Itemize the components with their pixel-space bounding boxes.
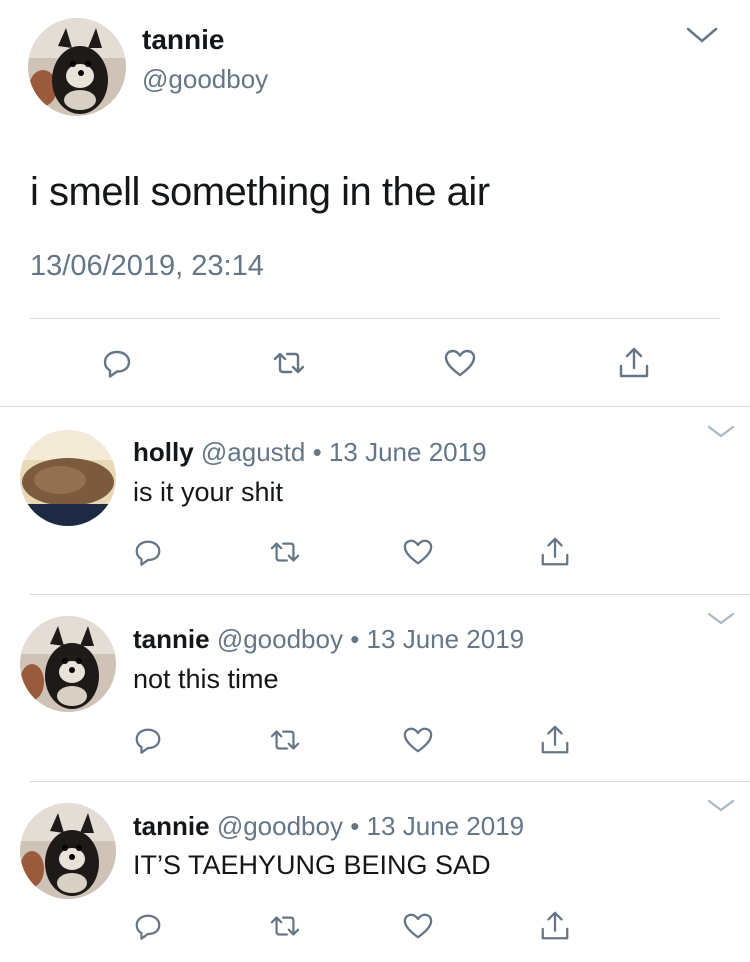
retweet-button[interactable]: [269, 343, 309, 383]
heart-icon: [443, 347, 477, 379]
avatar[interactable]: [20, 430, 116, 526]
share-button[interactable]: [535, 906, 575, 946]
reply-date: 13 June 2019: [366, 811, 525, 841]
divider: [30, 594, 750, 595]
share-button[interactable]: [535, 720, 575, 760]
display-name[interactable]: tannie: [133, 624, 210, 654]
user-handle[interactable]: @goodboy: [142, 64, 268, 95]
retweet-icon: [269, 911, 301, 941]
retweet-icon: [269, 537, 301, 567]
display-name[interactable]: tannie: [133, 811, 210, 841]
avatar[interactable]: [20, 616, 116, 712]
reply-text: IT’S TAEHYUNG BEING SAD: [133, 850, 491, 880]
tweet-text: i smell something in the air: [30, 170, 490, 214]
retweet-icon: [269, 725, 301, 755]
user-handle[interactable]: @goodboy: [217, 624, 343, 654]
reply-date: 13 June 2019: [366, 624, 525, 654]
separator-dot: •: [350, 624, 360, 654]
avatar[interactable]: [28, 18, 126, 116]
share-icon: [539, 724, 571, 756]
reply-icon: [133, 911, 163, 941]
separator-dot: •: [312, 437, 322, 467]
divider: [30, 318, 720, 319]
share-button[interactable]: [614, 343, 654, 383]
tweet-timestamp: 13/06/2019, 23:14: [30, 250, 264, 282]
display-name[interactable]: tannie: [142, 24, 224, 56]
heart-icon: [402, 911, 434, 941]
retweet-button[interactable]: [265, 532, 305, 572]
divider: [30, 781, 750, 782]
reply-date: 13 June 2019: [328, 437, 487, 467]
user-handle[interactable]: @agustd: [201, 437, 305, 467]
separator-dot: •: [350, 811, 360, 841]
reply-text: not this time: [133, 664, 279, 694]
reply-button[interactable]: [128, 532, 168, 572]
user-handle[interactable]: @goodboy: [217, 811, 343, 841]
reply-icon: [133, 537, 163, 567]
like-button[interactable]: [398, 906, 438, 946]
like-button[interactable]: [440, 343, 480, 383]
heart-icon: [402, 725, 434, 755]
share-icon: [539, 910, 571, 942]
chevron-down-icon[interactable]: [706, 798, 736, 819]
chevron-down-icon[interactable]: [684, 24, 720, 51]
like-button[interactable]: [398, 720, 438, 760]
reply-button[interactable]: [128, 720, 168, 760]
reply-icon: [101, 347, 133, 379]
avatar[interactable]: [20, 803, 116, 899]
display-name[interactable]: holly: [133, 437, 194, 467]
retweet-icon: [272, 347, 306, 379]
chevron-down-icon[interactable]: [706, 611, 736, 632]
share-icon: [617, 346, 651, 380]
reply-button[interactable]: [128, 906, 168, 946]
share-icon: [539, 536, 571, 568]
retweet-button[interactable]: [265, 906, 305, 946]
chevron-down-icon[interactable]: [706, 424, 736, 445]
retweet-button[interactable]: [265, 720, 305, 760]
divider: [0, 406, 750, 407]
reply-text: is it your shit: [133, 477, 284, 507]
reply-button[interactable]: [97, 343, 137, 383]
heart-icon: [402, 537, 434, 567]
reply-icon: [133, 725, 163, 755]
share-button[interactable]: [535, 532, 575, 572]
like-button[interactable]: [398, 532, 438, 572]
